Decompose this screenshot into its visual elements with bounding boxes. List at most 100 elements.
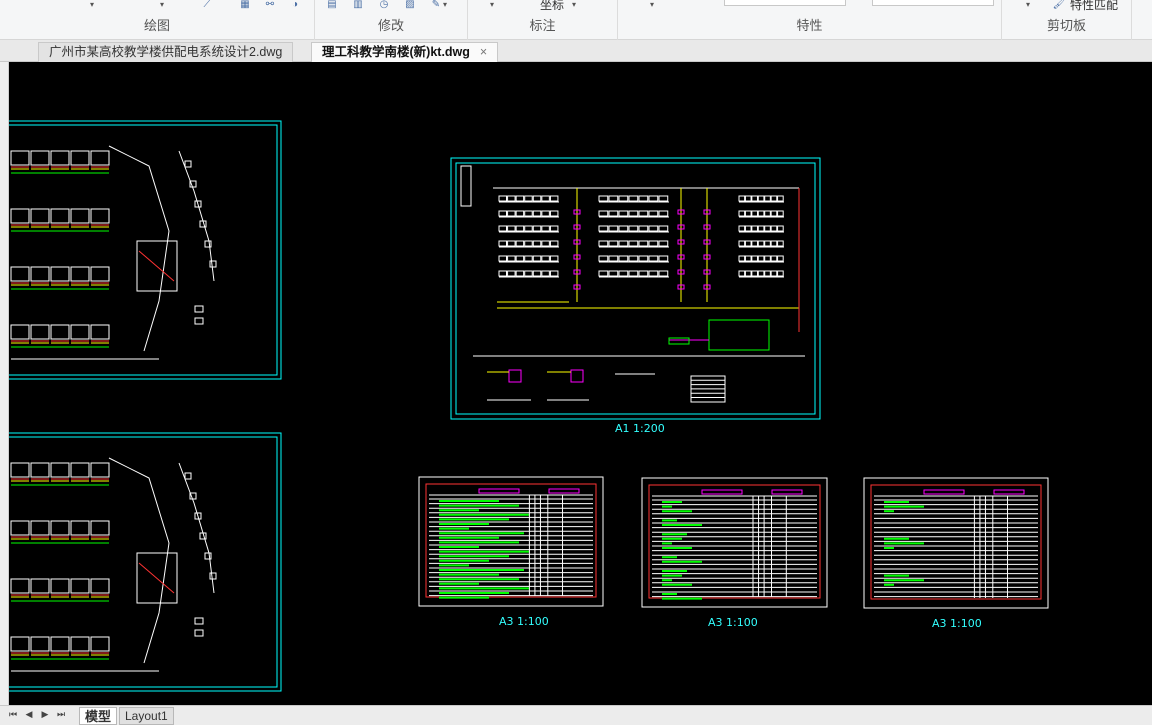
annotate-panel: ▾ 坐标 ▾ 标注 (468, 0, 618, 40)
layer-select[interactable] (724, 0, 846, 6)
room-outline (10, 520, 30, 536)
match-properties-button[interactable]: 特性匹配 (1070, 0, 1118, 13)
room-outline (10, 266, 30, 282)
coordinate-dropdown-icon[interactable]: ▾ (572, 0, 576, 9)
breaker-box (751, 195, 758, 202)
last-layout-icon[interactable]: ⏭ (54, 709, 68, 720)
breaker-box (638, 270, 649, 277)
breaker-box (658, 240, 669, 247)
tab-label: 广州市某高校教学楼供配电系统设计2.dwg (49, 45, 283, 59)
room-outline (90, 266, 110, 282)
clipboard-dropdown-icon[interactable]: ▾ (1026, 0, 1030, 9)
group-tool-icon[interactable]: ⚯ (263, 0, 277, 10)
axis-bubble (209, 260, 217, 268)
linetype-select[interactable] (872, 0, 994, 6)
room-outline (70, 266, 90, 282)
close-icon[interactable]: × (480, 45, 487, 59)
breaker-box (764, 240, 771, 247)
layout-tab-bar: ⏮ ◀ ▶ ⏭ 模型 Layout1 (0, 705, 1152, 725)
document-tab-bar: 广州市某高校教学楼供配电系统设计2.dwg 理工科教学南楼(新)kt.dwg × (0, 40, 1152, 62)
match-properties-icon[interactable]: 🖌 (1052, 0, 1066, 10)
breaker-box (648, 270, 659, 277)
tab-model[interactable]: 模型 (79, 707, 118, 725)
breaker-box (658, 195, 669, 202)
room-outline (90, 208, 110, 224)
breaker-box (541, 195, 550, 202)
axis-line (178, 150, 215, 282)
room-outline (30, 636, 50, 652)
breaker-box (498, 270, 507, 277)
breaker-box (515, 195, 525, 202)
room-outline (50, 636, 70, 652)
breaker-box (608, 195, 619, 202)
array-tool-icon[interactable]: ▨ (403, 0, 417, 10)
sheet-scale-label: A3 1:100 (499, 615, 549, 628)
move-tool-icon[interactable]: ▦ (238, 0, 252, 10)
room-outline (10, 636, 30, 652)
breaker-box (608, 225, 619, 232)
next-layout-icon[interactable]: ▶ (38, 709, 52, 720)
first-layout-icon[interactable]: ⏮ (6, 709, 20, 720)
draw-dropdown-icon[interactable]: ▾ (160, 0, 164, 9)
breaker-box (532, 225, 542, 232)
copy-tool-icon[interactable]: ▤ (325, 0, 339, 10)
breaker-box (648, 195, 659, 202)
breaker-box (532, 255, 542, 262)
coordinate-button[interactable]: 坐标 (540, 0, 564, 13)
breaker-box (549, 210, 559, 217)
breaker-box (541, 255, 550, 262)
prev-layout-icon[interactable]: ◀ (22, 709, 36, 720)
breaker-box (777, 255, 784, 262)
breaker-box (532, 240, 542, 247)
breaker-box (498, 195, 507, 202)
breaker-box (549, 270, 559, 277)
room-outline (70, 578, 90, 594)
annotate-dropdown-icon[interactable]: ▾ (490, 0, 494, 9)
axis-bubble (194, 317, 204, 325)
room-outline (50, 462, 70, 478)
tab-document-2[interactable]: 理工科教学南楼(新)kt.dwg × (311, 42, 499, 62)
breaker-box (515, 210, 525, 217)
breaker-box (515, 270, 525, 277)
clipboard-panel-title: 剪切板 (1046, 18, 1086, 33)
stair-line (138, 562, 175, 594)
breaker-box (777, 225, 784, 232)
room-outline (10, 324, 30, 340)
breaker-box (757, 195, 765, 202)
measure-tool-icon[interactable]: ◑ (288, 0, 302, 10)
edit-tool-icon[interactable]: ✎ (429, 0, 443, 10)
breaker-box (524, 240, 533, 247)
breaker-box (757, 225, 765, 232)
breaker-box (515, 225, 525, 232)
breaker-box (658, 270, 669, 277)
stretch-tool-icon[interactable]: ▥ (351, 0, 365, 10)
breaker-box (515, 240, 525, 247)
axis-bubble (209, 572, 217, 580)
breaker-box (738, 225, 746, 232)
modify-dropdown-icon[interactable]: ▾ (443, 0, 447, 9)
annotate-panel-title: 标注 (529, 18, 556, 33)
breaker-box (532, 270, 542, 277)
floor-plan-sheet-frame (9, 120, 282, 380)
drawing-canvas[interactable]: A1 1:200 A3 1:100 A3 1:100 A3 1:100 (9, 62, 1152, 705)
breaker-box (744, 270, 752, 277)
rotate-tool-icon[interactable]: ◷ (377, 0, 391, 10)
room-outline (90, 462, 110, 478)
room-outline (10, 150, 30, 166)
properties-dropdown-icon[interactable]: ▾ (650, 0, 654, 9)
breaker-box (541, 240, 550, 247)
tab-document-1[interactable]: 广州市某高校教学楼供配电系统设计2.dwg (38, 42, 294, 62)
breaker-box (770, 255, 778, 262)
distribution-block (708, 319, 770, 351)
breaker-box (507, 195, 516, 202)
breaker-box (628, 195, 639, 202)
draw-dropdown-icon[interactable]: ▾ (90, 0, 94, 9)
axis-bubble (194, 629, 204, 637)
breaker-box (532, 210, 542, 217)
line-tool-icon[interactable]: ⟋ (200, 0, 214, 10)
breaker-box (507, 225, 516, 232)
tab-layout1[interactable]: Layout1 (119, 707, 174, 725)
table-title-box (771, 489, 803, 495)
breaker-box (541, 270, 550, 277)
room-outline (50, 578, 70, 594)
